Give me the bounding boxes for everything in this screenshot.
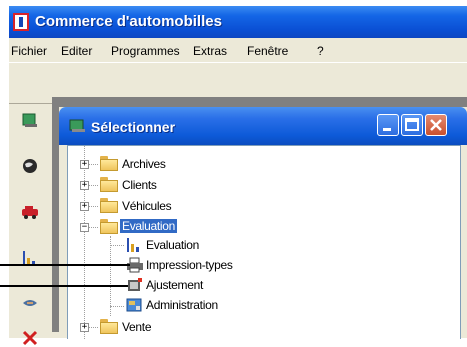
tree-view: + Archives + Clients + Véhicules − Evalu… — [67, 145, 461, 339]
handshake-icon[interactable] — [21, 295, 39, 313]
callout-line — [0, 285, 128, 287]
select-window: Sélectionner + Archives + Clients + Véhi… — [59, 107, 467, 339]
menu-bar: Fichier Editer Programmes Extras Fenêtre… — [9, 38, 467, 62]
administration-icon — [126, 298, 142, 312]
tree-item-evaluation-child[interactable]: Evaluation — [146, 238, 199, 252]
side-toolbar — [9, 97, 53, 346]
minimize-button[interactable] — [377, 114, 399, 136]
expand-toggle[interactable]: + — [80, 323, 89, 332]
tree-connector — [84, 146, 85, 339]
collapse-toggle[interactable]: − — [80, 223, 89, 232]
tree-item-ajustement[interactable]: Ajustement — [146, 278, 203, 292]
folder-icon — [100, 177, 118, 192]
tree-item-vehicules[interactable]: Véhicules — [122, 199, 172, 213]
tree-item-archives[interactable]: Archives — [122, 157, 166, 171]
evaluation-chart-icon — [127, 238, 139, 252]
menu-fichier[interactable]: Fichier — [11, 44, 47, 58]
folder-icon — [100, 156, 118, 171]
minimize-icon — [383, 128, 391, 131]
tree-connector — [110, 236, 111, 316]
tree-connector — [110, 306, 124, 307]
globe-icon[interactable] — [21, 157, 39, 175]
folder-icon — [100, 198, 118, 213]
menu-editer[interactable]: Editer — [61, 44, 92, 58]
title-bar[interactable]: Commerce d'automobilles — [9, 6, 467, 38]
open-folder-icon — [100, 219, 118, 234]
tree-item-vente[interactable]: Vente — [122, 320, 152, 334]
select-window-title: Sélectionner — [91, 119, 176, 135]
tree-item-administration[interactable]: Administration — [146, 298, 218, 312]
window-icon — [69, 119, 85, 132]
tree-item-evaluation[interactable]: Evaluation — [120, 219, 178, 233]
expand-toggle[interactable]: + — [80, 160, 89, 169]
expand-toggle[interactable]: + — [80, 202, 89, 211]
folder-icon — [100, 319, 118, 334]
callout-line — [0, 264, 130, 266]
tree-item-clients[interactable]: Clients — [122, 178, 157, 192]
menu-extras[interactable]: Extras — [193, 44, 227, 58]
close-x-icon[interactable] — [21, 329, 39, 347]
close-icon — [430, 119, 442, 131]
select-window-title-bar[interactable]: Sélectionner — [59, 107, 467, 145]
close-button[interactable] — [425, 114, 447, 136]
tree-item-impression-types[interactable]: Impression-types — [146, 258, 233, 272]
maximize-icon — [405, 118, 419, 131]
book-icon[interactable] — [21, 111, 39, 129]
expand-toggle[interactable]: + — [80, 181, 89, 190]
menu-help[interactable]: ? — [317, 44, 324, 58]
menu-fenetre[interactable]: Fenêtre — [247, 44, 288, 58]
app-icon[interactable] — [13, 13, 29, 31]
menu-programmes[interactable]: Programmes — [111, 44, 180, 58]
maximize-button[interactable] — [401, 114, 423, 136]
adjust-icon — [128, 278, 142, 291]
car-icon[interactable] — [21, 203, 39, 221]
app-title: Commerce d'automobilles — [35, 13, 222, 30]
tree-connector — [110, 245, 124, 246]
